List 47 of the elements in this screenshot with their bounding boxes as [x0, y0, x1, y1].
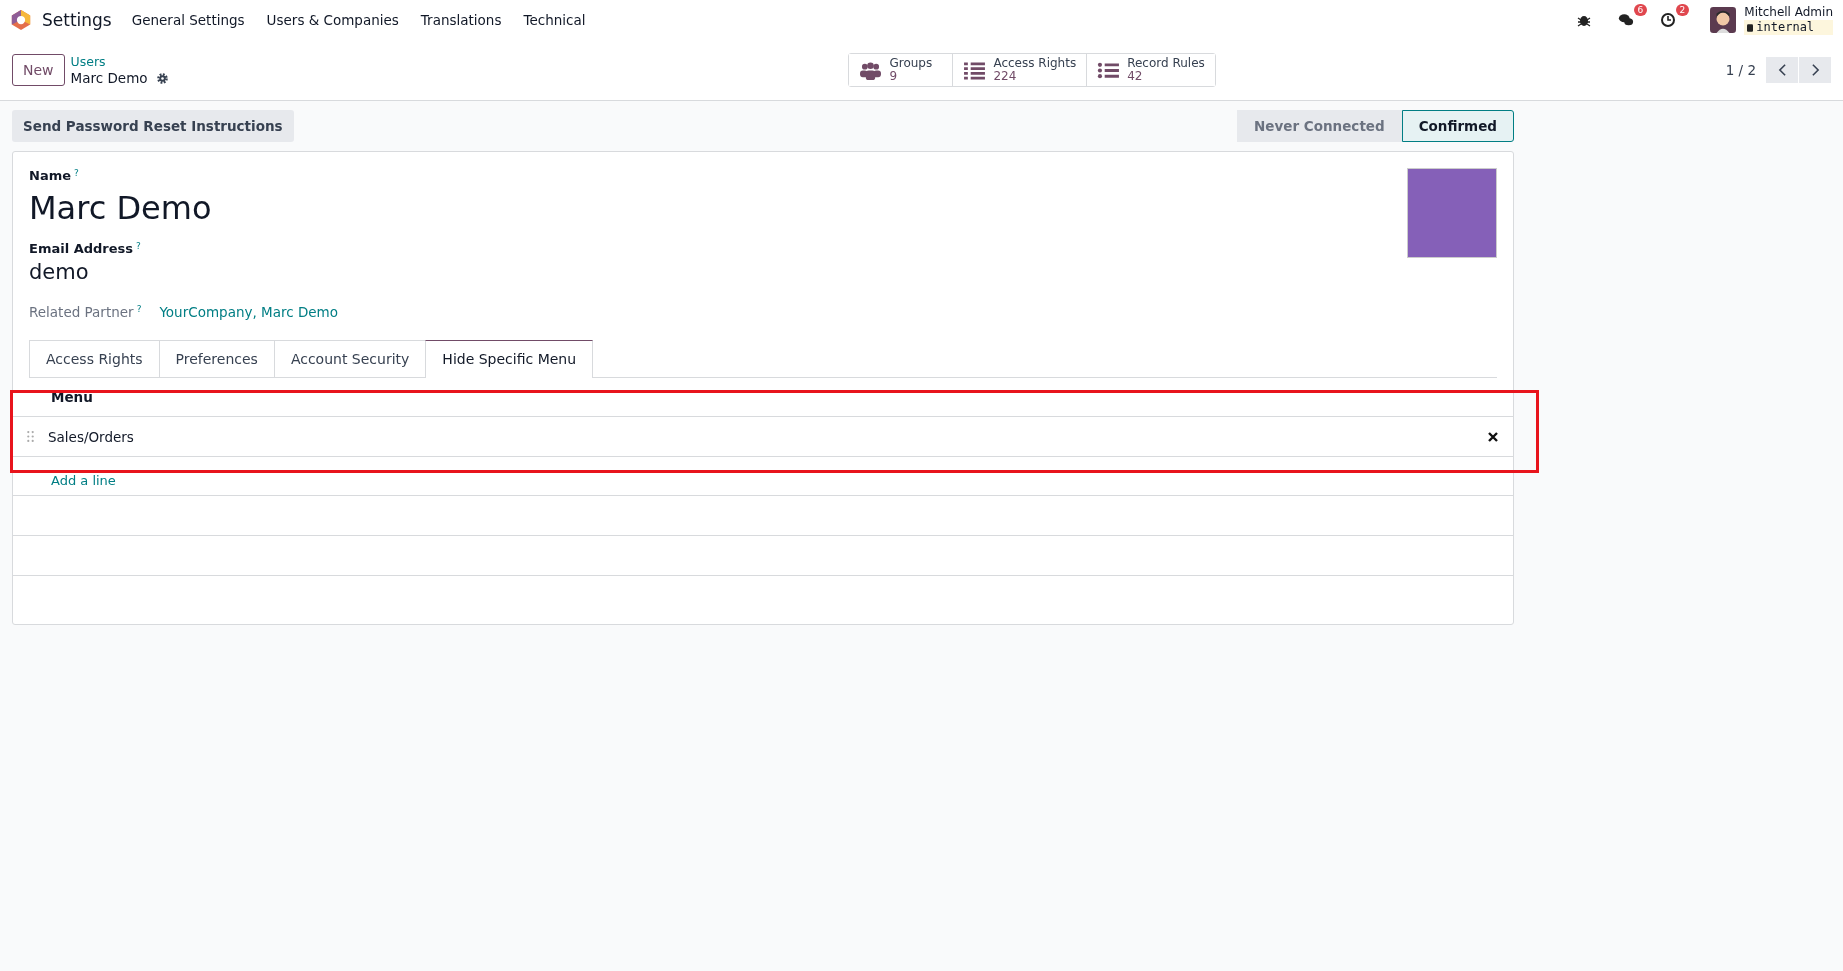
menu-item[interactable]: Technical — [523, 12, 586, 28]
menu-item[interactable]: General Settings — [131, 12, 245, 28]
smart-button[interactable]: Groups 9 — [849, 54, 954, 86]
app-logo-icon[interactable] — [10, 9, 32, 31]
chat-icon[interactable] — [1618, 12, 1635, 28]
field-label: Related Partner — [29, 304, 134, 320]
column-header: Menu — [51, 389, 93, 405]
email-field[interactable]: demo — [29, 260, 1407, 284]
database-icon — [1747, 23, 1754, 32]
chevron-right-icon — [1810, 63, 1820, 77]
field-label: Name — [29, 168, 71, 183]
gear-icon[interactable] — [155, 71, 169, 85]
list-icon — [1097, 60, 1121, 80]
tab[interactable]: Hide Specific Menu — [425, 340, 594, 378]
menu-item[interactable]: Users & Companies — [266, 12, 399, 28]
users-icon — [859, 60, 883, 80]
table-cell-text: Sales/Orders — [48, 428, 135, 445]
reset-password-button[interactable]: Send Password Reset Instructions — [12, 110, 294, 142]
user-name[interactable]: Mitchell Admin — [1744, 5, 1833, 20]
breadcrumb-link[interactable]: Users — [70, 54, 169, 70]
add-line-link[interactable]: Add a line — [51, 472, 116, 488]
record-title: Marc Demo — [70, 70, 148, 86]
name-field[interactable]: Marc Demo — [29, 189, 1407, 227]
activity-count-badge: 2 — [1675, 4, 1690, 16]
drag-handle-icon[interactable] — [27, 431, 34, 442]
menu-item[interactable]: Translations — [420, 12, 502, 28]
partner-link[interactable]: YourCompany, Marc Demo — [159, 304, 339, 320]
app-name[interactable]: Settings — [42, 10, 112, 30]
help-tooltip-mark[interactable]: ? — [136, 241, 141, 251]
delete-icon[interactable] — [1488, 431, 1498, 442]
tab[interactable]: Access Rights — [29, 340, 160, 377]
help-tooltip-mark[interactable]: ? — [74, 168, 79, 178]
field-label: Email Address — [29, 241, 133, 256]
list-icon — [963, 60, 987, 80]
message-count-badge: 6 — [1633, 4, 1648, 16]
next-button[interactable] — [1799, 57, 1831, 83]
help-tooltip-mark[interactable]: ? — [136, 304, 142, 314]
status-stage[interactable]: Confirmed — [1401, 110, 1514, 142]
status-stage[interactable]: Never Connected — [1237, 110, 1402, 142]
pager-counter: 1 / 2 — [1725, 62, 1756, 78]
previous-button[interactable] — [1766, 57, 1798, 83]
new-button[interactable]: New — [12, 54, 65, 86]
chevron-left-icon — [1777, 63, 1787, 77]
database-name: internal — [1756, 20, 1815, 35]
user-avatar-icon[interactable] — [1710, 7, 1737, 33]
photo-placeholder[interactable] — [1407, 168, 1497, 258]
clock-icon[interactable] — [1660, 12, 1677, 28]
